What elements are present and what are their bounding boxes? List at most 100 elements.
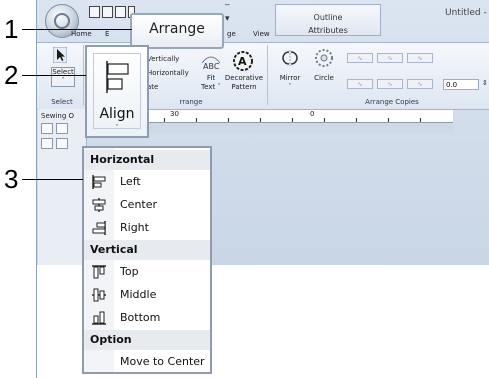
ruler-tick xyxy=(292,118,293,122)
menu-item-left-label: Left xyxy=(120,175,141,188)
sewing-order-label: Sewing O xyxy=(41,112,75,120)
sewing-tool-icon[interactable] xyxy=(56,138,68,149)
arrange-group-label: rrange xyxy=(179,98,203,106)
fit-text-icon[interactable]: ABC xyxy=(200,49,222,71)
menu-item-right-label: Right xyxy=(120,221,149,234)
open-file-icon[interactable] xyxy=(102,6,113,18)
svg-text:A: A xyxy=(238,55,247,68)
callout-number-2: 2 xyxy=(4,60,19,90)
fit-text-button[interactable]: Fit Text ˇ xyxy=(195,74,227,92)
title-bar: ‾ ▾ Untitled - Outline Attributes xyxy=(37,0,489,38)
svg-text:ABC: ABC xyxy=(203,62,220,71)
align-horizontally-option[interactable]: Horizontally xyxy=(147,69,189,77)
menu-item-middle-label: Middle xyxy=(120,288,157,301)
decorative-pattern-button[interactable]: Decorative Pattern xyxy=(224,74,264,92)
callout-number-3: 3 xyxy=(4,164,19,194)
ruler-tick xyxy=(228,118,229,122)
quick-access-dropdown-icon[interactable]: ‾ ▾ xyxy=(225,4,230,24)
align-middle-icon xyxy=(92,288,106,302)
menu-item-bottom-label: Bottom xyxy=(120,311,161,324)
ruler-tick xyxy=(356,118,357,122)
circle-button[interactable]: Circle xyxy=(309,74,339,83)
menu-item-center-label: Center xyxy=(120,198,158,211)
window-border xyxy=(36,265,37,378)
select-group-label: Select xyxy=(51,98,73,106)
decorative-label-2: Pattern xyxy=(231,83,257,91)
align-button-frame: Align ˇ xyxy=(93,53,141,132)
save-file-icon[interactable] xyxy=(115,6,126,18)
menu-item-left[interactable]: Left xyxy=(84,171,210,193)
align-right-icon xyxy=(92,221,106,235)
align-bottom-icon xyxy=(92,311,106,325)
sewing-tool-icon[interactable] xyxy=(41,138,53,149)
callout-leader-2 xyxy=(22,75,86,76)
menu-header-option: Option xyxy=(84,330,210,350)
align-icon xyxy=(106,61,129,93)
align-button[interactable]: Align ˇ xyxy=(85,45,149,138)
arrange-copies-icon-1[interactable]: ∿ xyxy=(347,53,373,63)
tab-e[interactable]: E xyxy=(105,30,109,38)
menu-item-move-to-center[interactable]: Move to Center xyxy=(84,351,210,373)
menu-item-right[interactable]: Right xyxy=(84,217,210,239)
align-top-icon xyxy=(92,265,106,279)
window-title: Untitled - xyxy=(445,8,487,18)
menu-item-top[interactable]: Top xyxy=(84,261,210,283)
app-logo-icon xyxy=(54,13,70,29)
horizontal-ruler: 30 0 xyxy=(108,110,453,123)
menu-item-center[interactable]: Center xyxy=(84,194,210,216)
group-divider xyxy=(267,45,268,105)
menu-item-middle[interactable]: Middle xyxy=(84,284,210,306)
tab-view[interactable]: View xyxy=(253,30,270,38)
ruler-tick xyxy=(260,118,261,122)
align-dropdown-arrow: ˇ xyxy=(115,124,119,132)
mirror-dropdown-arrow: ˇ xyxy=(288,83,292,91)
mirror-icon[interactable] xyxy=(279,49,301,67)
menu-item-move-to-center-label: Move to Center xyxy=(120,355,205,368)
ruler-tick xyxy=(388,118,389,122)
arrange-copies-icon-4[interactable]: ∿ xyxy=(347,79,373,89)
arrange-copies-icon-6[interactable]: ∿ xyxy=(407,79,433,89)
sewing-tool-icon[interactable] xyxy=(41,123,53,134)
select-arrow-icon[interactable] xyxy=(53,47,67,63)
decorative-pattern-icon[interactable]: A xyxy=(231,49,255,73)
ruler-label-0: 0 xyxy=(310,110,315,118)
arrange-copies-group-label: Arrange Copies xyxy=(365,98,419,106)
fit-text-label-1: Fit xyxy=(206,74,216,82)
menu-header-vertical: Vertical xyxy=(84,240,210,260)
spinner-arrows-icon[interactable]: ⇕ xyxy=(482,79,488,87)
align-left-icon xyxy=(92,175,106,189)
new-file-icon[interactable] xyxy=(89,6,100,18)
ruler-tick xyxy=(196,118,197,122)
decorative-label-1: Decorative xyxy=(224,74,264,82)
align-center-icon xyxy=(92,198,106,212)
align-vertically-option[interactable]: Vertically xyxy=(147,55,179,63)
screenshot-root: ‾ ▾ Untitled - Outline Attributes Home E … xyxy=(0,0,489,378)
tab-home[interactable]: Home xyxy=(71,30,92,38)
align-dropdown-menu: Horizontal Left Center Right Vertical To… xyxy=(82,146,212,374)
circle-arrange-icon[interactable] xyxy=(313,47,335,69)
arrange-tab[interactable]: Arrange xyxy=(130,13,224,49)
ruler-tick xyxy=(420,118,421,122)
arrange-copies-icon-3[interactable]: ∿ xyxy=(407,53,433,63)
align-button-label: Align xyxy=(99,106,135,122)
sewing-order-panel: Sewing O xyxy=(38,109,87,265)
ribbon-tab-row: Home E ge View xyxy=(37,28,489,42)
mirror-label: Mirror xyxy=(279,74,301,82)
menu-item-top-label: Top xyxy=(120,265,139,278)
copies-spacing-input[interactable]: 0.0 xyxy=(443,79,479,90)
select-button[interactable]: Select ˇ xyxy=(51,67,75,87)
arrange-copies-icon-2[interactable]: ∿ xyxy=(377,53,403,63)
fit-text-label-2: Text ˇ xyxy=(201,83,221,91)
ruler-strip xyxy=(108,123,453,133)
sewing-tool-icon[interactable] xyxy=(56,123,68,134)
arrange-tab-label: Arrange xyxy=(149,21,205,37)
callout-number-1: 1 xyxy=(4,14,19,44)
ruler-tick xyxy=(324,118,325,122)
tab-image[interactable]: ge xyxy=(227,30,236,38)
ruler-label-30: 30 xyxy=(170,110,179,118)
context-tab-outline[interactable]: Outline xyxy=(276,5,380,22)
callout-leader-3 xyxy=(22,179,83,180)
mirror-button[interactable]: Mirror ˇ xyxy=(273,74,307,92)
menu-item-bottom[interactable]: Bottom xyxy=(84,307,210,329)
arrange-copies-icon-5[interactable]: ∿ xyxy=(377,79,403,89)
